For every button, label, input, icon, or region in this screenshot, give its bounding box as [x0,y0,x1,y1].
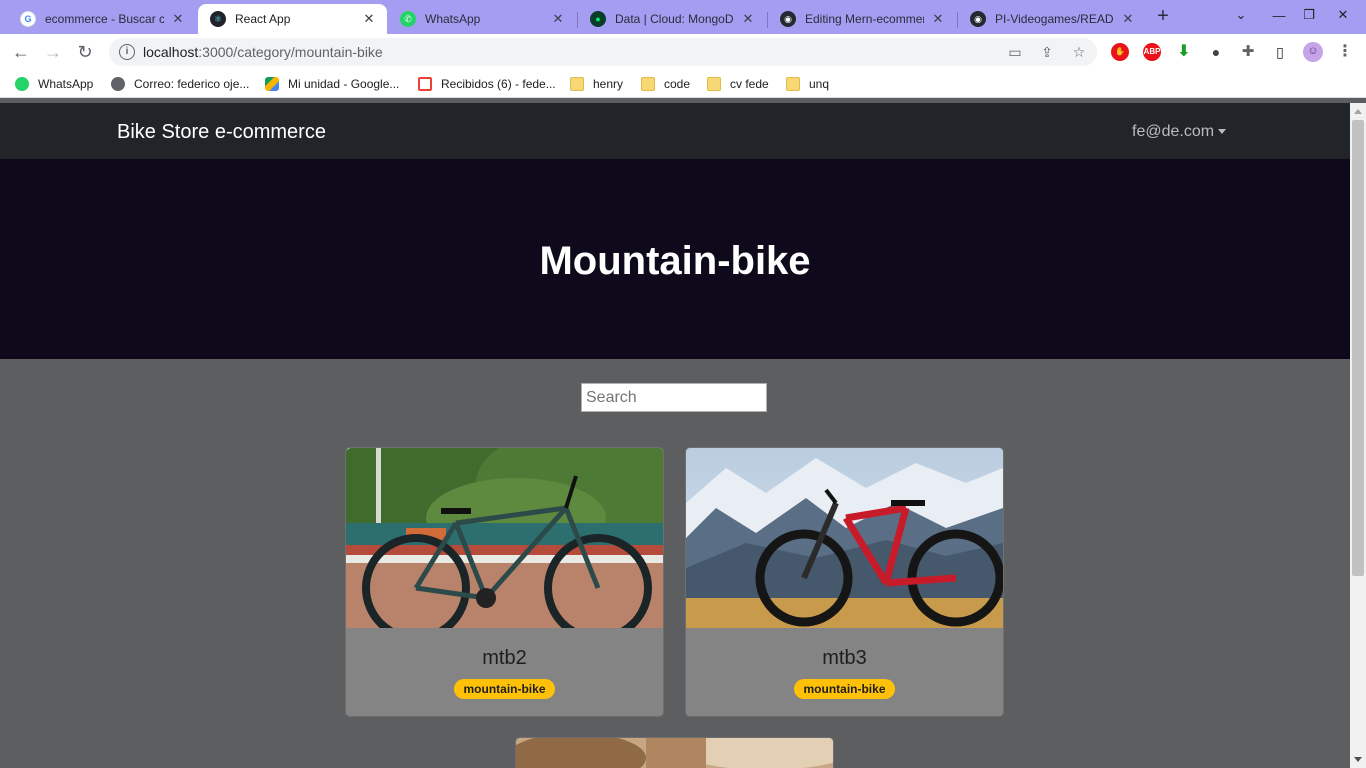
bookmark-label: Recibidos (6) - fede... [441,77,556,91]
bookmark-label: cv fede [730,77,769,91]
forward-button[interactable]: → [41,40,65,64]
bookmark-label: henry [593,77,624,91]
site-navbar: Bike Store e-commerce fe@de.com [0,103,1350,159]
reading-mode-icon[interactable]: ▭ [1007,45,1023,59]
bookmark-gmail[interactable]: Recibidos (6) - fede... [418,75,556,93]
search-input[interactable] [581,383,767,412]
reload-button[interactable]: ↻ [73,40,97,64]
bookmark-label: Mi unidad - Google... [288,77,400,91]
url-path: :3000/category/mountain-bike [198,44,383,60]
page-viewport: Bike Store e-commerce fe@de.com Mountain… [0,103,1350,768]
product-card[interactable]: mtb2 mountain-bike [345,447,664,717]
close-tab-icon[interactable]: ✕ [170,11,186,27]
product-image[interactable] [516,738,833,768]
user-email: fe@de.com [1132,123,1215,140]
page-title: Mountain-bike [539,239,811,283]
product-image[interactable] [686,448,1003,628]
bookmark-folder-unq[interactable]: unq [786,75,829,93]
globe-icon [111,77,125,91]
bookmark-star-icon[interactable]: ☆ [1071,45,1087,59]
tab-mongodb[interactable]: ● Data | Cloud: MongoDB ✕ [578,4,766,34]
caret-down-icon [1218,129,1227,135]
close-window-button[interactable]: ✕ [1320,0,1366,30]
bookmark-label: code [664,77,691,91]
extension-balls-icon[interactable]: ● [1207,43,1225,61]
bookmarks-bar: WhatsApp Correo: federico oje... Mi unid… [0,70,1366,98]
folder-icon [641,77,655,91]
category-hero: Mountain-bike [0,159,1350,359]
product-name[interactable]: mtb3 [686,647,1003,670]
react-icon: ⚛ [210,11,226,27]
tab-google-search[interactable]: G ecommerce - Buscar co ✕ [8,4,196,34]
bookmark-label: Correo: federico oje... [134,77,250,91]
category-badge: mountain-bike [794,679,895,699]
scroll-up-arrow-icon[interactable] [1354,109,1362,114]
browser-toolbar: ← → ↻ i localhost:3000/category/mountain… [0,34,1366,70]
adblock-icon[interactable]: ✋ [1111,43,1129,61]
url-host: localhost [143,44,199,60]
tab-react-app[interactable]: ⚛ React App ✕ [198,4,387,34]
close-tab-icon[interactable]: ✕ [361,11,377,27]
github-icon: ◉ [780,11,796,27]
user-dropdown[interactable]: fe@de.com [1132,123,1227,141]
bookmark-folder-code[interactable]: code [641,75,690,93]
tab-whatsapp[interactable]: ✆ WhatsApp ✕ [388,4,576,34]
github-icon: ◉ [970,11,986,27]
share-icon[interactable]: ⇪ [1039,45,1055,59]
close-tab-icon[interactable]: ✕ [1120,11,1136,27]
product-card[interactable]: mtb3 mountain-bike [685,447,1004,717]
bookmark-label: WhatsApp [38,77,94,91]
close-tab-icon[interactable]: ✕ [550,11,566,27]
chrome-menu-icon[interactable]: ⋮ [1336,43,1354,61]
side-panel-icon[interactable]: ▯ [1271,43,1289,61]
brand-link[interactable]: Bike Store e-commerce [117,121,326,144]
bookmark-google-drive[interactable]: Mi unidad - Google... [265,75,399,93]
mongodb-icon: ● [590,11,606,27]
scroll-down-arrow-icon[interactable] [1354,757,1362,762]
back-button[interactable]: ← [9,40,33,64]
whatsapp-icon: ✆ [400,11,416,27]
download-extension-icon[interactable]: ⬇ [1175,43,1193,61]
page-scrollbar[interactable] [1350,103,1366,768]
tab-title: Data | Cloud: MongoDB [615,12,734,26]
product-name[interactable]: mtb2 [346,647,663,670]
new-tab-button[interactable]: + [1152,6,1174,28]
bookmark-whatsapp[interactable]: WhatsApp [15,75,93,93]
site-info-icon[interactable]: i [119,44,135,60]
gmail-icon [418,77,432,91]
product-card[interactable] [515,737,834,768]
tab-title: React App [235,12,291,26]
google-icon: G [20,11,36,27]
bookmark-label: unq [809,77,830,91]
close-tab-icon[interactable]: ✕ [740,11,756,27]
bookmark-folder-henry[interactable]: henry [570,75,623,93]
google-drive-icon [265,77,279,91]
tab-github-editing[interactable]: ◉ Editing Mern-ecommer ✕ [768,4,956,34]
category-badge: mountain-bike [454,679,555,699]
abp-icon[interactable]: ABP [1143,43,1161,61]
url-text[interactable]: localhost:3000/category/mountain-bike [143,44,383,60]
product-image[interactable] [346,448,663,628]
bookmark-folder-cv-fede[interactable]: cv fede [707,75,769,93]
extensions-puzzle-icon[interactable]: ✚ [1239,43,1257,61]
tab-title: PI-Videogames/READM [995,12,1114,26]
tab-github-readme[interactable]: ◉ PI-Videogames/READM ✕ [958,4,1146,34]
folder-icon [786,77,800,91]
scrollbar-thumb[interactable] [1352,120,1364,576]
close-tab-icon[interactable]: ✕ [930,11,946,27]
tab-title: ecommerce - Buscar co [45,12,164,26]
tab-title: Editing Mern-ecommer [805,12,924,26]
tab-title: WhatsApp [425,12,481,26]
folder-icon [707,77,721,91]
profile-avatar[interactable]: ☺ [1303,42,1323,62]
folder-icon [570,77,584,91]
bookmark-correo[interactable]: Correo: federico oje... [111,75,249,93]
address-bar[interactable]: i localhost:3000/category/mountain-bike … [109,38,1097,66]
whatsapp-icon [15,77,29,91]
browser-tab-strip: G ecommerce - Buscar co ✕ ⚛ React App ✕ … [0,0,1366,34]
